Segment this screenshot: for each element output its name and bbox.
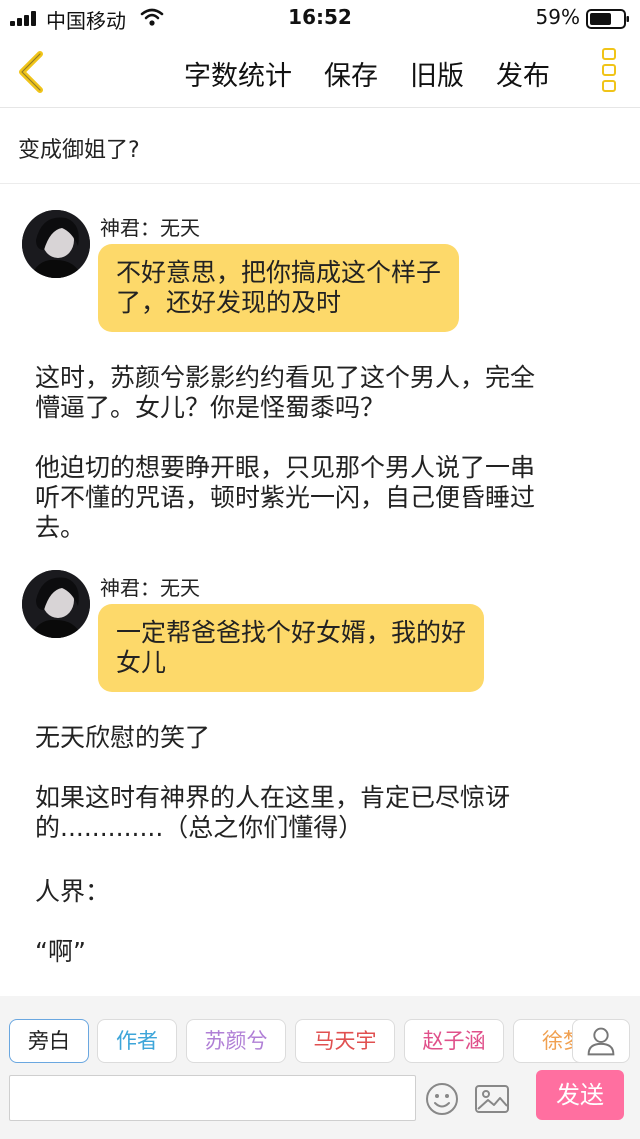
battery-percent: 59% xyxy=(535,5,580,29)
narration-paragraph[interactable]: 这时，苏颜兮影影约约看见了这个男人，完全 懵逼了。女儿？你是怪蜀黍吗？ xyxy=(35,363,605,423)
emoji-icon[interactable] xyxy=(425,1082,459,1116)
narration-paragraph[interactable]: 他迫切的想要睁开眼，只见那个男人说了一串 听不懂的咒语，顿时紫光一闪，自己便昏睡… xyxy=(35,453,605,543)
narration-line: 如果这时有神界的人在这里，肯定已尽惊讶 xyxy=(35,783,511,812)
role-character-button[interactable]: 马天宇 xyxy=(295,1019,395,1063)
send-button[interactable]: 发送 xyxy=(536,1070,624,1120)
nav-bar: 字数统计 保存 旧版 发布 xyxy=(0,36,640,108)
narration-line: 人界： xyxy=(35,877,111,906)
avatar xyxy=(22,210,90,278)
chapter-title-bar: 变成御姐了? xyxy=(0,108,640,184)
narration-line: 这时，苏颜兮影影约约看见了这个男人，完全 xyxy=(35,363,536,392)
old-version-button[interactable]: 旧版 xyxy=(410,54,464,93)
narration-paragraph[interactable]: 如果这时有神界的人在这里，肯定已尽惊讶 的.............（总之你们懂… xyxy=(35,783,605,843)
role-narrator-button[interactable]: 旁白 xyxy=(9,1019,89,1063)
narration-line: 的.............（总之你们懂得） xyxy=(35,813,364,842)
publish-button[interactable]: 发布 xyxy=(496,54,550,93)
narration-line: 无天欣慰的笑了 xyxy=(35,723,211,752)
user-icon[interactable] xyxy=(572,1019,630,1063)
narration-line: “啊” xyxy=(35,937,86,966)
narration-line: 去。 xyxy=(35,513,86,542)
bubble-line: 了，还好发现的及时 xyxy=(116,288,342,317)
bubble-line: 女儿 xyxy=(116,648,167,677)
speech-bubble[interactable]: 一定帮爸爸找个好女婿，我的好 女儿 xyxy=(98,604,485,692)
status-bar: 中国移动 16:52 59% xyxy=(0,0,640,36)
role-character-button[interactable]: 赵子涵 xyxy=(404,1019,504,1063)
narration-paragraph[interactable]: 无天欣慰的笑了 xyxy=(35,723,605,753)
more-menu-icon[interactable] xyxy=(602,48,618,96)
word-count-button[interactable]: 字数统计 xyxy=(184,54,292,93)
narration-line: 听不懂的咒语，顿时紫光一闪，自己便昏睡过 xyxy=(35,483,536,512)
image-icon[interactable] xyxy=(474,1082,510,1116)
role-author-button[interactable]: 作者 xyxy=(97,1019,177,1063)
bubble-line: 不好意思，把你搞成这个样子 xyxy=(116,258,442,287)
speaker-name: 神君：无天 xyxy=(100,576,200,600)
chapter-title[interactable]: 变成御姐了? xyxy=(18,132,140,164)
back-chevron-icon[interactable] xyxy=(14,50,50,94)
save-button[interactable]: 保存 xyxy=(324,54,378,93)
composer-panel: 旁白 作者 苏颜兮 马天宇 赵子涵 徐梦 发送 xyxy=(0,996,640,1139)
speech-bubble[interactable]: 不好意思，把你搞成这个样子 了，还好发现的及时 xyxy=(98,244,460,332)
narration-paragraph[interactable]: “啊” xyxy=(35,937,605,967)
narration-paragraph[interactable]: 人界： xyxy=(35,877,605,907)
role-character-button[interactable]: 苏颜兮 xyxy=(186,1019,286,1063)
story-content[interactable]: 神君：无天 不好意思，把你搞成这个样子 了，还好发现的及时 这时，苏颜兮影影约约… xyxy=(0,185,640,995)
battery-icon xyxy=(586,9,629,29)
narration-line: 懵逼了。女儿？你是怪蜀黍吗？ xyxy=(35,393,386,422)
speaker-name: 神君：无天 xyxy=(100,216,200,240)
bubble-line: 一定帮爸爸找个好女婿，我的好 xyxy=(116,618,467,647)
message-input[interactable] xyxy=(9,1075,416,1121)
narration-line: 他迫切的想要睁开眼，只见那个男人说了一串 xyxy=(35,453,536,482)
avatar xyxy=(22,570,90,638)
